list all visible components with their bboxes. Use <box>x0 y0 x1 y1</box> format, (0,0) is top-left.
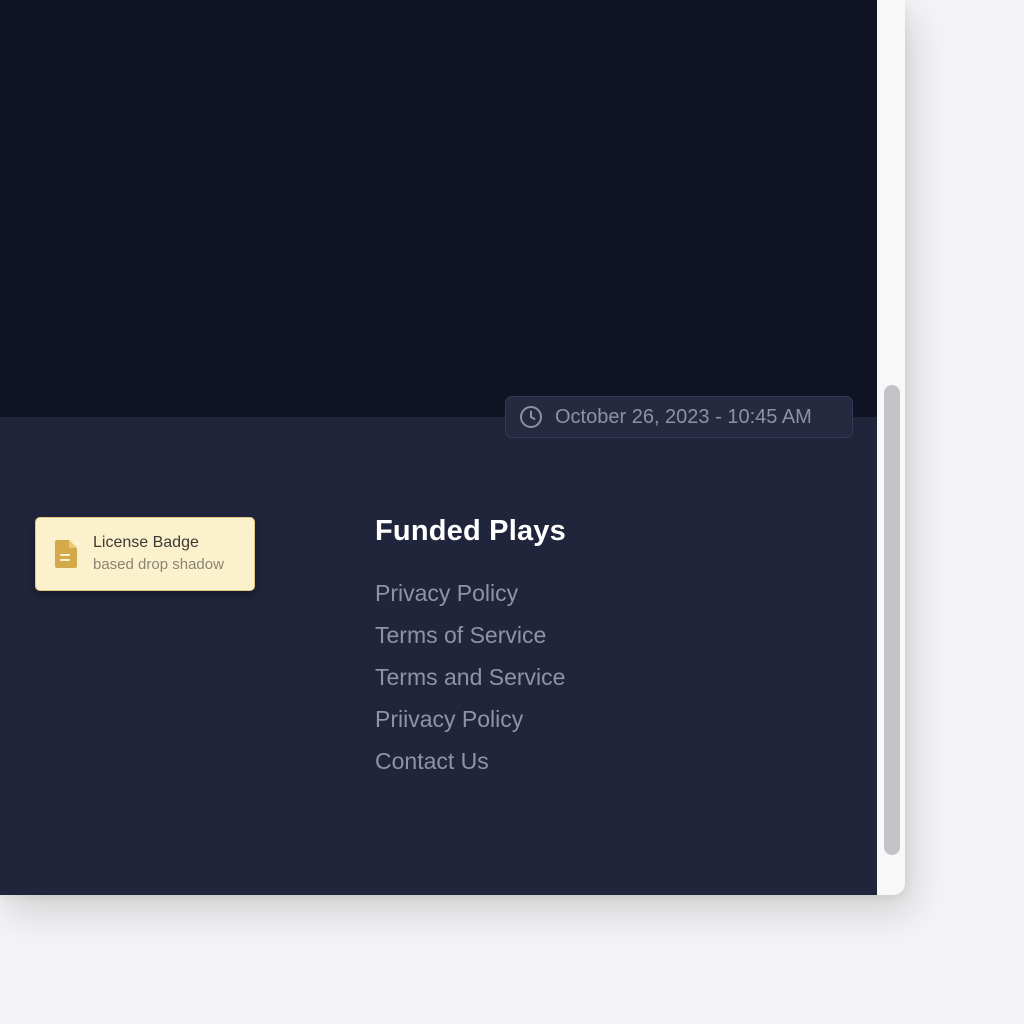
footer-heading: Funded Plays <box>375 515 566 547</box>
license-badge[interactable]: License Badge based drop shadow <box>35 517 255 591</box>
timestamp-badge: October 26, 2023 - 10:45 AM <box>505 396 853 438</box>
page-content: October 26, 2023 - 10:45 AM License Badg… <box>0 0 877 895</box>
clock-icon <box>519 405 543 429</box>
footer-link-terms-of-service[interactable]: Terms of Service <box>375 620 565 662</box>
badge-texts: License Badge based drop shadow <box>93 533 224 575</box>
footer-link-priivacy-policy[interactable]: Priivacy Policy <box>375 704 565 746</box>
footer-link-privacy-policy[interactable]: Privacy Policy <box>375 578 565 620</box>
badge-title: License Badge <box>93 534 199 551</box>
timestamp-text: October 26, 2023 - 10:45 AM <box>555 405 812 428</box>
scrollbar-thumb[interactable] <box>884 385 900 855</box>
hero-section <box>0 0 877 417</box>
badge-subtitle: based drop shadow <box>93 556 224 573</box>
browser-window: October 26, 2023 - 10:45 AM License Badg… <box>0 0 905 895</box>
footer-links: Privacy Policy Terms of Service Terms an… <box>375 578 565 788</box>
footer-link-contact-us[interactable]: Contact Us <box>375 746 565 788</box>
footer-link-terms-and-service[interactable]: Terms and Service <box>375 662 565 704</box>
document-icon <box>54 539 78 569</box>
